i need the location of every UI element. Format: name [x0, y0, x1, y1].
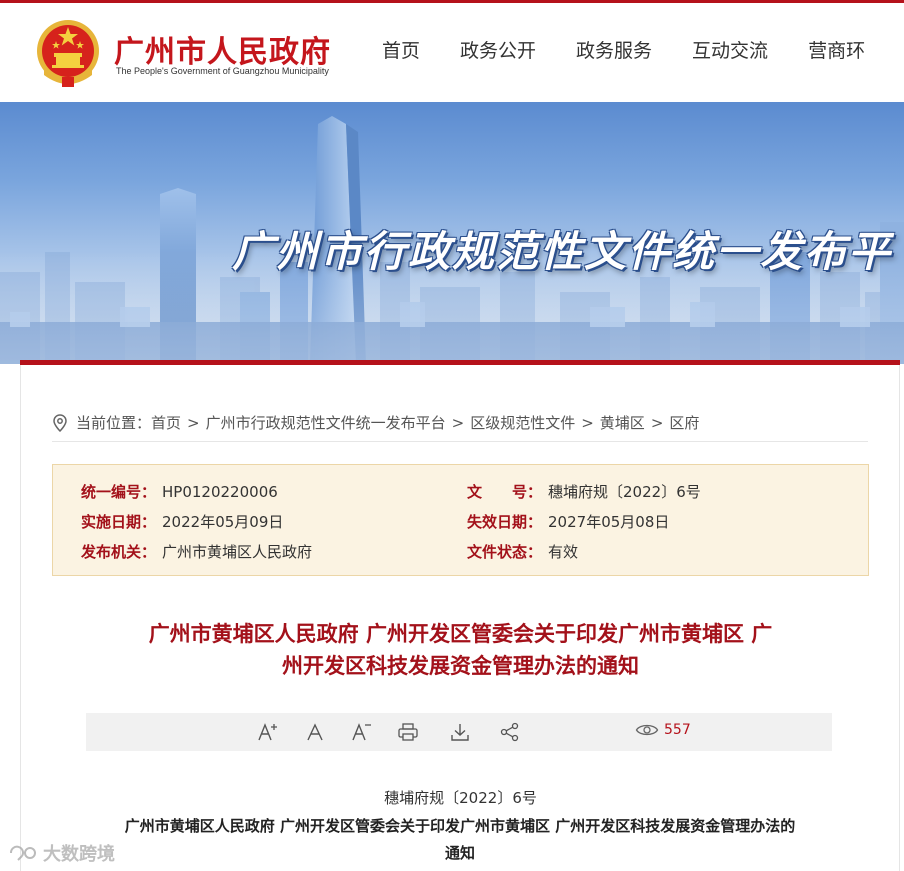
breadcrumb: 当前位置： 首页 > 广州市行政规范性文件统一发布平台 > 区级规范性文件 > … — [52, 412, 699, 433]
national-emblem-icon[interactable] — [34, 17, 102, 89]
info-status: 文件状态： 有效 — [467, 541, 578, 562]
info-issuer: 发布机关： 广州市黄埔区人民政府 — [81, 541, 312, 562]
eye-icon — [635, 724, 659, 736]
info-effective-label: 实施日期： — [81, 513, 157, 531]
view-count: 557 — [664, 722, 691, 738]
nav-item-gov-services[interactable]: 政务服务 — [576, 36, 652, 63]
print-icon[interactable] — [396, 721, 420, 743]
view-counter: 557 — [635, 722, 691, 738]
download-icon[interactable] — [448, 721, 472, 743]
document-body-title: 广州市黄埔区人民政府 广州开发区管委会关于印发广州市黄埔区 广州开发区科技发展资… — [60, 813, 860, 867]
info-effective-value: 2022年05月09日 — [162, 513, 284, 531]
breadcrumb-home[interactable]: 首页 — [151, 412, 181, 433]
info-serial-label: 统一编号： — [81, 483, 157, 501]
document-toolbar: 557 — [86, 713, 832, 751]
info-serial-value: HP0120220006 — [162, 483, 278, 501]
watermark: 大数跨境 — [8, 840, 115, 866]
nav-item-business-env[interactable]: 营商环 — [808, 36, 865, 63]
breadcrumb-district-gov[interactable]: 区府 — [669, 412, 699, 433]
breadcrumb-prefix: 当前位置： — [76, 414, 152, 432]
breadcrumb-separator: > — [581, 413, 594, 432]
document-title-line-1: 广州市黄埔区人民政府 广州开发区管委会关于印发广州市黄埔区 广 — [148, 622, 773, 646]
document-body-title-line-1: 广州市黄埔区人民政府 广州开发区管委会关于印发广州市黄埔区 广州开发区科技发展资… — [124, 817, 796, 835]
font-decrease-icon[interactable] — [350, 721, 374, 743]
info-expire-label: 失效日期： — [467, 513, 543, 531]
info-status-label: 文件状态： — [467, 543, 543, 561]
breadcrumb-separator: > — [650, 413, 664, 432]
breadcrumb-separator: > — [451, 413, 465, 432]
site-title[interactable]: 广州市人民政府 — [114, 27, 331, 71]
banner: 广州市行政规范性文件统一发布平 — [0, 102, 904, 364]
font-normal-icon[interactable] — [304, 721, 326, 743]
document-body-title-line-2: 通知 — [444, 844, 475, 862]
info-docno-label: 文 号： — [467, 483, 543, 501]
site-subtitle: The People's Government of Guangzhou Mun… — [116, 66, 329, 76]
info-expire-value: 2027年05月08日 — [548, 513, 670, 531]
share-icon[interactable] — [498, 721, 522, 743]
info-docno: 文 号： 穗埔府规〔2022〕6号 — [467, 481, 701, 502]
watermark-text: 大数跨境 — [43, 844, 115, 865]
breadcrumb-platform[interactable]: 广州市行政规范性文件统一发布平台 — [206, 412, 446, 433]
document-info-box: 统一编号： HP0120220006 文 号： 穗埔府规〔2022〕6号 实施日期：… — [52, 464, 869, 576]
document-number: 穗埔府规〔2022〕6号 — [384, 789, 537, 807]
font-increase-icon[interactable] — [256, 721, 280, 743]
breadcrumb-separator: > — [187, 413, 200, 432]
info-serial: 统一编号： HP0120220006 — [81, 481, 278, 502]
document-title-line-2: 州开发区科技发展资金管理办法的通知 — [282, 654, 639, 678]
breadcrumb-divider — [52, 441, 868, 442]
info-issuer-label: 发布机关： — [81, 543, 157, 561]
location-pin-icon — [53, 413, 67, 432]
breadcrumb-huangpu[interactable]: 黄埔区 — [600, 412, 645, 433]
nav-item-home[interactable]: 首页 — [382, 36, 420, 63]
info-issuer-value: 广州市黄埔区人民政府 — [162, 543, 313, 561]
info-docno-value: 穗埔府规〔2022〕6号 — [548, 483, 701, 501]
main-nav: 首页 政务公开 政务服务 互动交流 营商环 — [382, 36, 904, 63]
site-header: 广州市人民政府 The People's Government of Guang… — [0, 3, 904, 102]
info-status-value: 有效 — [548, 543, 579, 561]
watermark-logo-icon — [10, 845, 36, 861]
info-effective: 实施日期： 2022年05月09日 — [81, 511, 283, 532]
document-title: 广州市黄埔区人民政府 广州开发区管委会关于印发广州市黄埔区 广 州开发区科技发展… — [52, 618, 869, 682]
info-expire: 失效日期： 2027年05月08日 — [467, 511, 669, 532]
breadcrumb-district-docs[interactable]: 区级规范性文件 — [470, 412, 575, 433]
banner-title: 广州市行政规范性文件统一发布平 — [232, 227, 893, 276]
nav-item-interaction[interactable]: 互动交流 — [692, 36, 768, 63]
nav-item-gov-affairs-open[interactable]: 政务公开 — [460, 36, 536, 63]
